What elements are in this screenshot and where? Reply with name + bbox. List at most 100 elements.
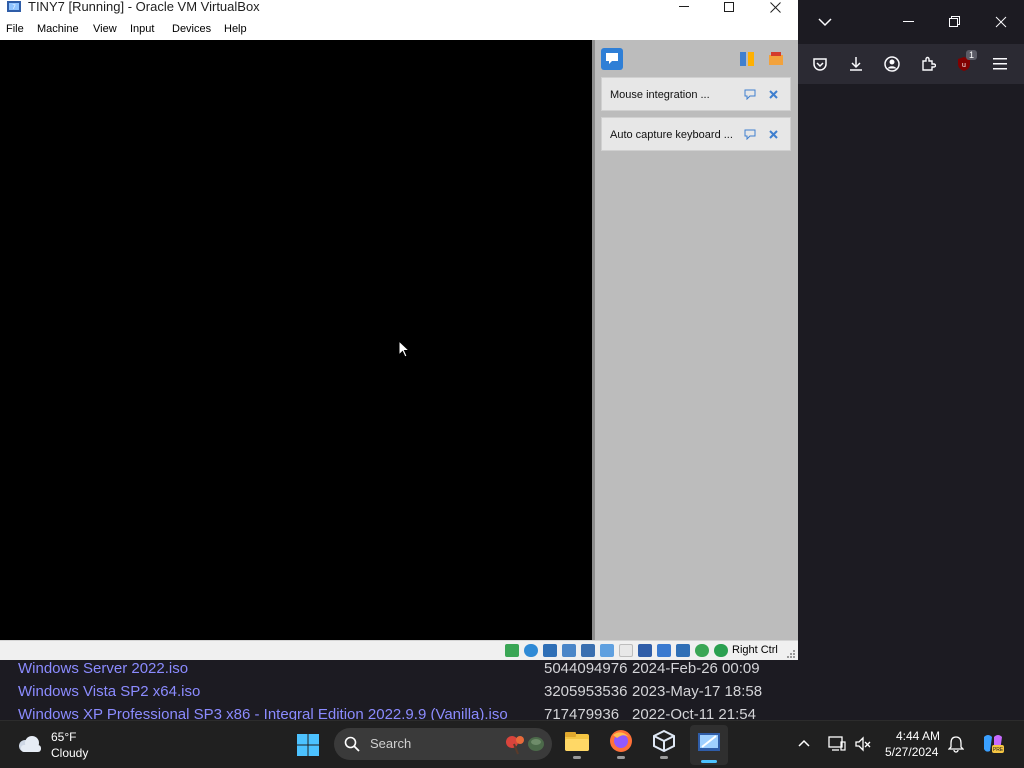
search-placeholder: Search	[370, 736, 412, 751]
notification-bell-icon[interactable]	[948, 735, 964, 753]
search-highlight-icon	[506, 736, 544, 755]
taskbar: 65°F Cloudy Search 4:44 AM 5/27/2024 PRE	[0, 720, 1024, 768]
file-size: 5044094976	[544, 660, 628, 677]
titlebar: 7 TINY7 [Running] - Oracle VM VirtualBox	[0, 0, 798, 20]
taskbar-vm-window[interactable]	[690, 725, 728, 765]
clock-date[interactable]: 5/27/2024	[885, 745, 938, 759]
weather-temp: 65°F	[51, 730, 77, 744]
menu-file[interactable]: File	[6, 23, 24, 35]
show-hidden-icons-chevron-up-icon[interactable]	[798, 739, 810, 747]
close-notification-icon[interactable]	[768, 89, 779, 100]
pocket-button[interactable]	[806, 50, 834, 78]
maximize-button[interactable]	[706, 0, 752, 14]
sort-notifications-button[interactable]	[738, 50, 756, 68]
list-item: Windows Server 2022.iso 5044094976 2024-…	[0, 660, 798, 683]
firefox-titlebar	[798, 0, 1024, 44]
audio-status-icon[interactable]	[562, 644, 576, 657]
ublock-extension-button[interactable]: u 1	[950, 50, 978, 78]
floppy-status-icon[interactable]	[543, 644, 557, 657]
sort-icon	[740, 52, 754, 66]
copilot-button[interactable]: PRE	[980, 731, 1006, 757]
menu-input[interactable]: Input	[130, 23, 154, 35]
close-icon	[769, 1, 781, 13]
hard-disk-status-icon[interactable]	[505, 644, 519, 657]
list-all-tabs-button[interactable]	[802, 0, 848, 44]
menubar: File Machine View Input Devices Help	[0, 20, 798, 40]
resize-grip-icon[interactable]	[786, 649, 796, 659]
volume-muted-icon[interactable]	[854, 735, 872, 753]
running-indicator	[617, 756, 625, 759]
broom-icon	[769, 52, 783, 65]
extensions-button[interactable]	[914, 50, 942, 78]
keyboard-capture-status-icon[interactable]	[714, 644, 728, 657]
optical-drive-status-icon[interactable]	[524, 644, 538, 657]
menu-help[interactable]: Help	[224, 23, 247, 35]
maximize-icon	[723, 1, 734, 12]
file-date: 2024-Feb-26 00:09	[632, 660, 760, 677]
svg-text:PRE: PRE	[993, 747, 1004, 753]
notification-card: Auto capture keyboard ...	[601, 117, 791, 151]
close-icon	[995, 16, 1007, 28]
file-link[interactable]: Windows Vista SP2 x64.iso	[18, 683, 200, 700]
chevron-down-icon	[818, 18, 832, 27]
weather-widget[interactable]: 65°F Cloudy	[16, 729, 96, 761]
close-button[interactable]	[978, 0, 1024, 44]
firefox-icon	[610, 730, 632, 752]
host-key-label: Right Ctrl	[732, 644, 778, 656]
taskbar-virtualbox-manager[interactable]	[650, 729, 678, 759]
dont-show-again-icon[interactable]	[744, 89, 756, 100]
file-size: 3205953536	[544, 683, 628, 700]
extension-badge: 1	[966, 50, 978, 60]
shared-folders-status-icon[interactable]	[619, 644, 633, 657]
windows-logo-icon	[297, 734, 319, 756]
minimize-button[interactable]	[886, 0, 932, 44]
copilot-icon: PRE	[984, 735, 1004, 753]
virtualization-status-icon[interactable]	[676, 644, 690, 657]
puzzle-icon	[922, 56, 936, 71]
network-status-icon[interactable]	[581, 644, 595, 657]
display-status-icon[interactable]	[638, 644, 652, 657]
menu-devices[interactable]: Devices	[172, 23, 211, 35]
account-button[interactable]	[878, 50, 906, 78]
minimize-icon	[678, 6, 689, 7]
notification-center: Mouse integration ... Auto capture keybo…	[592, 40, 798, 640]
clock-time[interactable]: 4:44 AM	[896, 729, 940, 743]
virtualbox-app-icon: 7	[7, 1, 21, 12]
taskbar-file-explorer[interactable]	[563, 729, 591, 759]
close-notification-icon[interactable]	[768, 129, 779, 140]
active-indicator	[701, 760, 717, 763]
app-menu-button[interactable]	[986, 50, 1014, 78]
mouse-integration-status-icon[interactable]	[695, 644, 709, 657]
folder-icon	[565, 732, 589, 751]
menu-view[interactable]: View	[93, 23, 117, 35]
virtualbox-window: 7 TINY7 [Running] - Oracle VM VirtualBox…	[0, 0, 798, 660]
hamburger-menu-icon	[993, 58, 1007, 70]
window-title: TINY7 [Running] - Oracle VM VirtualBox	[28, 0, 260, 14]
running-indicator	[573, 756, 581, 759]
vm-display[interactable]	[0, 40, 592, 640]
usb-status-icon[interactable]	[600, 644, 614, 657]
firefox-toolbar: u 1	[798, 44, 1024, 84]
taskbar-firefox[interactable]	[607, 729, 635, 759]
restore-button[interactable]	[932, 0, 978, 44]
dont-show-again-icon[interactable]	[744, 129, 756, 140]
downloads-button[interactable]	[842, 50, 870, 78]
file-link[interactable]: Windows Server 2022.iso	[18, 660, 188, 677]
menu-machine[interactable]: Machine	[37, 23, 79, 35]
status-bar: Right Ctrl	[0, 640, 798, 660]
cloud-icon	[19, 736, 41, 752]
download-icon	[850, 57, 862, 71]
weather-condition: Cloudy	[51, 746, 89, 760]
notification-center-toggle[interactable]	[601, 48, 623, 70]
start-button[interactable]	[296, 733, 320, 757]
clear-notifications-button[interactable]	[767, 50, 785, 68]
tray-device-icon[interactable]	[828, 735, 846, 753]
running-indicator	[660, 756, 668, 759]
svg-text:u: u	[962, 62, 966, 69]
recording-status-icon[interactable]	[657, 644, 671, 657]
close-button[interactable]	[752, 0, 798, 14]
list-item: Windows Vista SP2 x64.iso 3205953536 202…	[0, 683, 798, 706]
taskbar-search[interactable]: Search	[334, 728, 552, 760]
minimize-button[interactable]	[661, 0, 707, 14]
file-date: 2023-May-17 18:58	[632, 683, 763, 700]
